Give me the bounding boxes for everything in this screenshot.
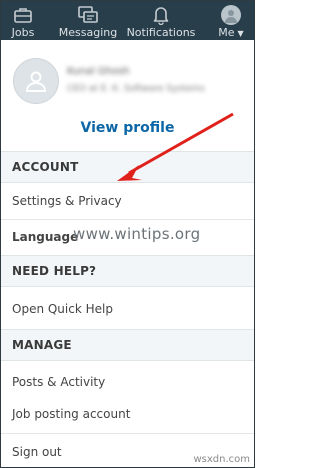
chevron-down-icon: ▼ bbox=[237, 28, 244, 38]
top-nav-bar: Jobs Messaging Notifications Me ▼ bbox=[1, 1, 254, 40]
section-header-account: ACCOUNT bbox=[1, 151, 254, 183]
menu-item-posts-activity[interactable]: Posts & Activity bbox=[1, 367, 254, 397]
briefcase-icon bbox=[11, 3, 35, 27]
profile-card: Kunal Ghosh CEO at E. K. Software System… bbox=[1, 40, 254, 148]
nav-notifications[interactable]: Notifications bbox=[121, 1, 201, 40]
nav-notifications-label: Notifications bbox=[126, 26, 196, 39]
nav-me-label-row: Me ▼ bbox=[218, 27, 243, 39]
menu-item-open-quick-help[interactable]: Open Quick Help bbox=[1, 294, 254, 324]
me-avatar bbox=[221, 5, 241, 25]
view-profile-link[interactable]: View profile bbox=[1, 120, 254, 136]
section-header-manage: MANAGE bbox=[1, 329, 254, 361]
divider bbox=[1, 433, 254, 434]
menu-item-job-posting-account[interactable]: Job posting account bbox=[1, 399, 254, 429]
bell-icon bbox=[149, 3, 173, 27]
watermark: www.wintips.org bbox=[73, 225, 201, 243]
person-icon bbox=[25, 71, 47, 92]
nav-jobs-label: Jobs bbox=[11, 26, 35, 39]
corner-watermark: wsxdn.com bbox=[193, 454, 250, 465]
linkedin-me-menu: Jobs Messaging Notifications Me ▼ Kunal … bbox=[0, 0, 255, 468]
profile-avatar[interactable] bbox=[13, 58, 59, 104]
nav-messaging[interactable]: Messaging bbox=[55, 1, 121, 40]
messaging-icon bbox=[76, 3, 100, 27]
menu-item-settings-privacy[interactable]: Settings & Privacy bbox=[1, 186, 254, 216]
nav-me-label: Me bbox=[218, 26, 235, 39]
nav-jobs[interactable]: Jobs bbox=[1, 1, 45, 40]
profile-headline: CEO at E. K. Software Systems bbox=[67, 84, 205, 94]
profile-name: Kunal Ghosh bbox=[67, 66, 130, 77]
nav-messaging-label: Messaging bbox=[58, 26, 118, 39]
divider bbox=[1, 219, 254, 220]
nav-me[interactable]: Me ▼ bbox=[211, 1, 251, 40]
avatar-icon bbox=[219, 3, 243, 27]
section-header-help: NEED HELP? bbox=[1, 255, 254, 287]
